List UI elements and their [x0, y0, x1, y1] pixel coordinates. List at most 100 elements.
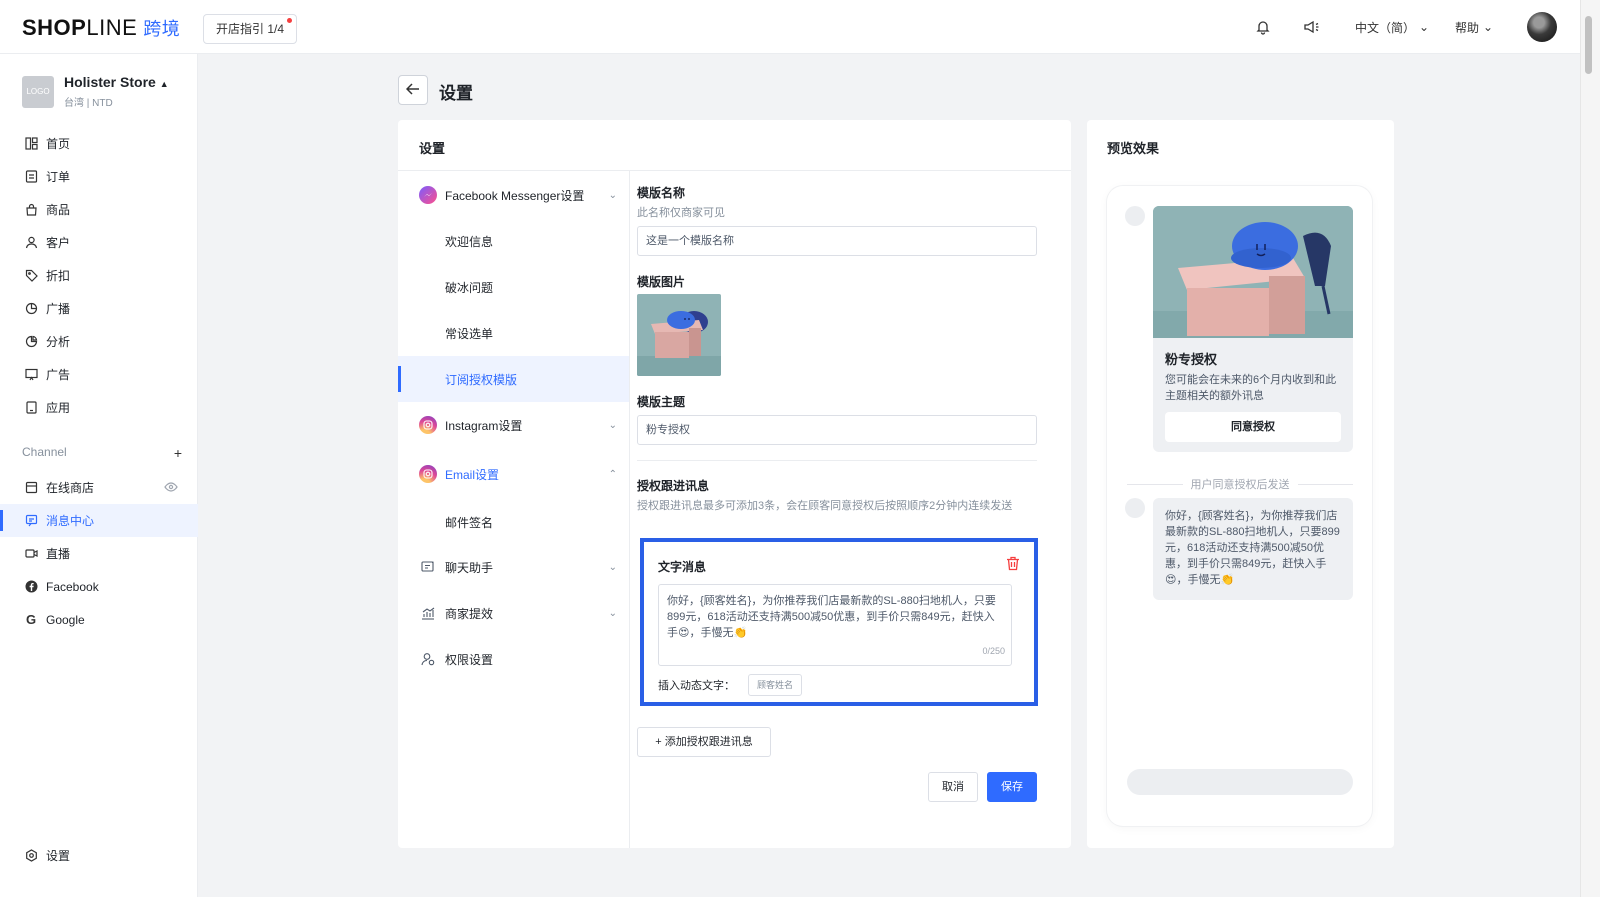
nav-customers[interactable]: 客户	[0, 226, 198, 259]
store-switcher[interactable]: LOGO Holister Store ▲ 台湾 | NTD	[22, 74, 169, 109]
orders-icon	[24, 170, 38, 184]
save-button[interactable]: 保存	[987, 772, 1037, 802]
preview-card-title: 粉专授权	[1165, 352, 1218, 367]
store-icon	[24, 481, 38, 495]
preview-separator: 用户同意授权后发送	[1127, 476, 1353, 492]
preview-card-description: 您可能会在未来的6个月内收到和此主题相关的额外讯息	[1165, 374, 1337, 402]
tag-icon	[24, 269, 38, 283]
nav-live[interactable]: 直播	[0, 537, 198, 570]
settings-icon	[24, 849, 38, 863]
char-counter: 0/250	[982, 646, 1005, 656]
bot-avatar	[1125, 206, 1145, 226]
cancel-button[interactable]: 取消	[928, 772, 978, 802]
add-channel-button[interactable]: +	[174, 445, 182, 461]
caret-up-icon: ▲	[159, 79, 169, 89]
broadcast-icon	[24, 302, 38, 316]
nav-discounts[interactable]: 折扣	[0, 259, 198, 292]
subnav-email-signature[interactable]: 邮件签名	[398, 499, 629, 545]
user-avatar[interactable]	[1527, 12, 1557, 42]
bell-icon[interactable]	[1255, 0, 1271, 54]
chart-icon	[24, 335, 38, 349]
sidebar: LOGO Holister Store ▲ 台湾 | NTD 首页 订单 商品 …	[0, 54, 198, 897]
chevron-down-icon: ⌄	[608, 189, 617, 201]
chevron-down-icon: ⌄	[608, 607, 617, 619]
chevron-up-icon: ⌃	[608, 468, 617, 480]
help-menu[interactable]: 帮助 ⌄	[1455, 19, 1493, 36]
arrow-left-icon	[405, 82, 420, 98]
settings-card: 设置 Facebook Messenger设置 ⌄ 欢迎信息 破冰问题 常设选单…	[398, 120, 1071, 848]
nav-google[interactable]: G Google	[0, 603, 198, 636]
nav-orders[interactable]: 订单	[0, 160, 198, 193]
preview-panel: 预览效果 粉专授权 您可能会在未来的6个月内收到和此主题相关的额外讯息 同意授权…	[1087, 120, 1394, 848]
permission-user-icon	[419, 650, 437, 668]
subnav-persistent-menu[interactable]: 常设选单	[398, 310, 629, 356]
insert-dynamic-label: 插入动态文字：	[658, 680, 735, 692]
nav-settings[interactable]: 设置	[0, 839, 198, 872]
bag-icon	[24, 203, 38, 217]
subnav-instagram[interactable]: Instagram设置 ⌄	[398, 402, 629, 448]
back-button[interactable]	[398, 75, 428, 105]
nav-home[interactable]: 首页	[0, 127, 198, 160]
preview-title: 预览效果	[1107, 141, 1160, 156]
preview-chat-input	[1127, 769, 1353, 795]
nav-analytics[interactable]: 分析	[0, 325, 198, 358]
settings-nav: 设置	[0, 839, 198, 872]
customer-name-chip[interactable]: 顾客姓名	[748, 674, 803, 696]
notification-dot	[287, 18, 293, 23]
efficiency-icon	[419, 604, 437, 622]
subnav-welcome[interactable]: 欢迎信息	[398, 218, 629, 264]
megaphone-icon[interactable]	[1303, 0, 1320, 54]
chevron-down-icon: ⌄	[1419, 20, 1430, 34]
template-name-input[interactable]: 这是一个模版名称	[637, 226, 1037, 256]
shopline-logo[interactable]: SHOPLINE 跨境	[22, 15, 180, 41]
subnav-merchant-efficiency[interactable]: 商家提效 ⌄	[398, 590, 629, 636]
text-message-block: 文字消息 你好，{顾客姓名}，为你推荐我们店最新款的SL-880扫地机人，只要8…	[640, 538, 1038, 706]
preview-agree-button[interactable]: 同意授权	[1165, 412, 1341, 442]
ads-icon	[24, 368, 38, 382]
nav-broadcast[interactable]: 广播	[0, 292, 198, 325]
store-name: Holister Store	[64, 74, 156, 90]
trash-icon[interactable]	[1006, 556, 1020, 574]
scrollbar-thumb[interactable]	[1585, 16, 1592, 74]
nav-message-center[interactable]: 消息中心	[0, 504, 198, 537]
top-bar: SHOPLINE 跨境 开店指引 1/4 中文（简） ⌄ 帮助 ⌄	[0, 0, 1580, 54]
template-topic-input[interactable]: 粉专授权	[637, 415, 1037, 445]
follow-up-label: 授权跟进讯息	[637, 479, 710, 493]
subnav-subscription-template[interactable]: 订阅授权模版	[398, 356, 629, 402]
live-icon	[24, 547, 38, 561]
preview-template-card: 粉专授权 您可能会在未来的6个月内收到和此主题相关的额外讯息 同意授权	[1153, 206, 1353, 452]
subnav-messenger[interactable]: Facebook Messenger设置 ⌄	[398, 172, 629, 218]
nav-products[interactable]: 商品	[0, 193, 198, 226]
text-message-title: 文字消息	[658, 560, 707, 574]
main-nav: 首页 订单 商品 客户 折扣 广播 分析 广告 应用	[0, 127, 198, 424]
language-selector[interactable]: 中文（简） ⌄	[1355, 19, 1429, 36]
preview-template-image	[1153, 206, 1353, 338]
add-follow-up-button[interactable]: + 添加授权跟进讯息	[637, 727, 771, 757]
template-image-thumbnail[interactable]	[637, 294, 721, 376]
home-icon	[24, 137, 38, 151]
eye-icon[interactable]	[164, 481, 178, 495]
channel-header: Channel +	[22, 445, 182, 461]
nav-facebook[interactable]: Facebook	[0, 570, 198, 603]
phone-mockup: 粉专授权 您可能会在未来的6个月内收到和此主题相关的额外讯息 同意授权 用户同意…	[1107, 186, 1372, 826]
nav-apps[interactable]: 应用	[0, 391, 198, 424]
chevron-down-icon: ⌄	[1483, 20, 1494, 34]
subnav-permissions[interactable]: 权限设置	[398, 636, 629, 682]
chat-assistant-icon	[419, 558, 437, 576]
nav-ads[interactable]: 广告	[0, 358, 198, 391]
template-name-hint: 此名称仅商家可见	[637, 207, 725, 219]
subnav-email[interactable]: Email设置 ⌃	[398, 451, 629, 497]
page-scrollbar[interactable]	[1580, 0, 1600, 897]
page-title: 设置	[439, 84, 473, 103]
subnav-chat-assistant[interactable]: 聊天助手 ⌄	[398, 544, 629, 590]
store-guide-button[interactable]: 开店指引 1/4	[203, 14, 298, 44]
email-instagram-icon	[419, 465, 437, 483]
message-textarea[interactable]: 你好，{顾客姓名}，为你推荐我们店最新款的SL-880扫地机人，只要899元，6…	[658, 584, 1012, 666]
follow-up-hint: 授权跟进讯息最多可添加3条，会在顾客同意授权后按照顺序2分钟内连续发送	[637, 500, 1013, 512]
subnav-icebreaker[interactable]: 破冰问题	[398, 264, 629, 310]
facebook-icon	[24, 580, 38, 594]
template-image-label: 模版图片	[637, 275, 686, 289]
nav-online-store[interactable]: 在线商店	[0, 471, 198, 504]
template-name-label: 模版名称	[637, 186, 686, 200]
store-logo: LOGO	[22, 75, 54, 108]
